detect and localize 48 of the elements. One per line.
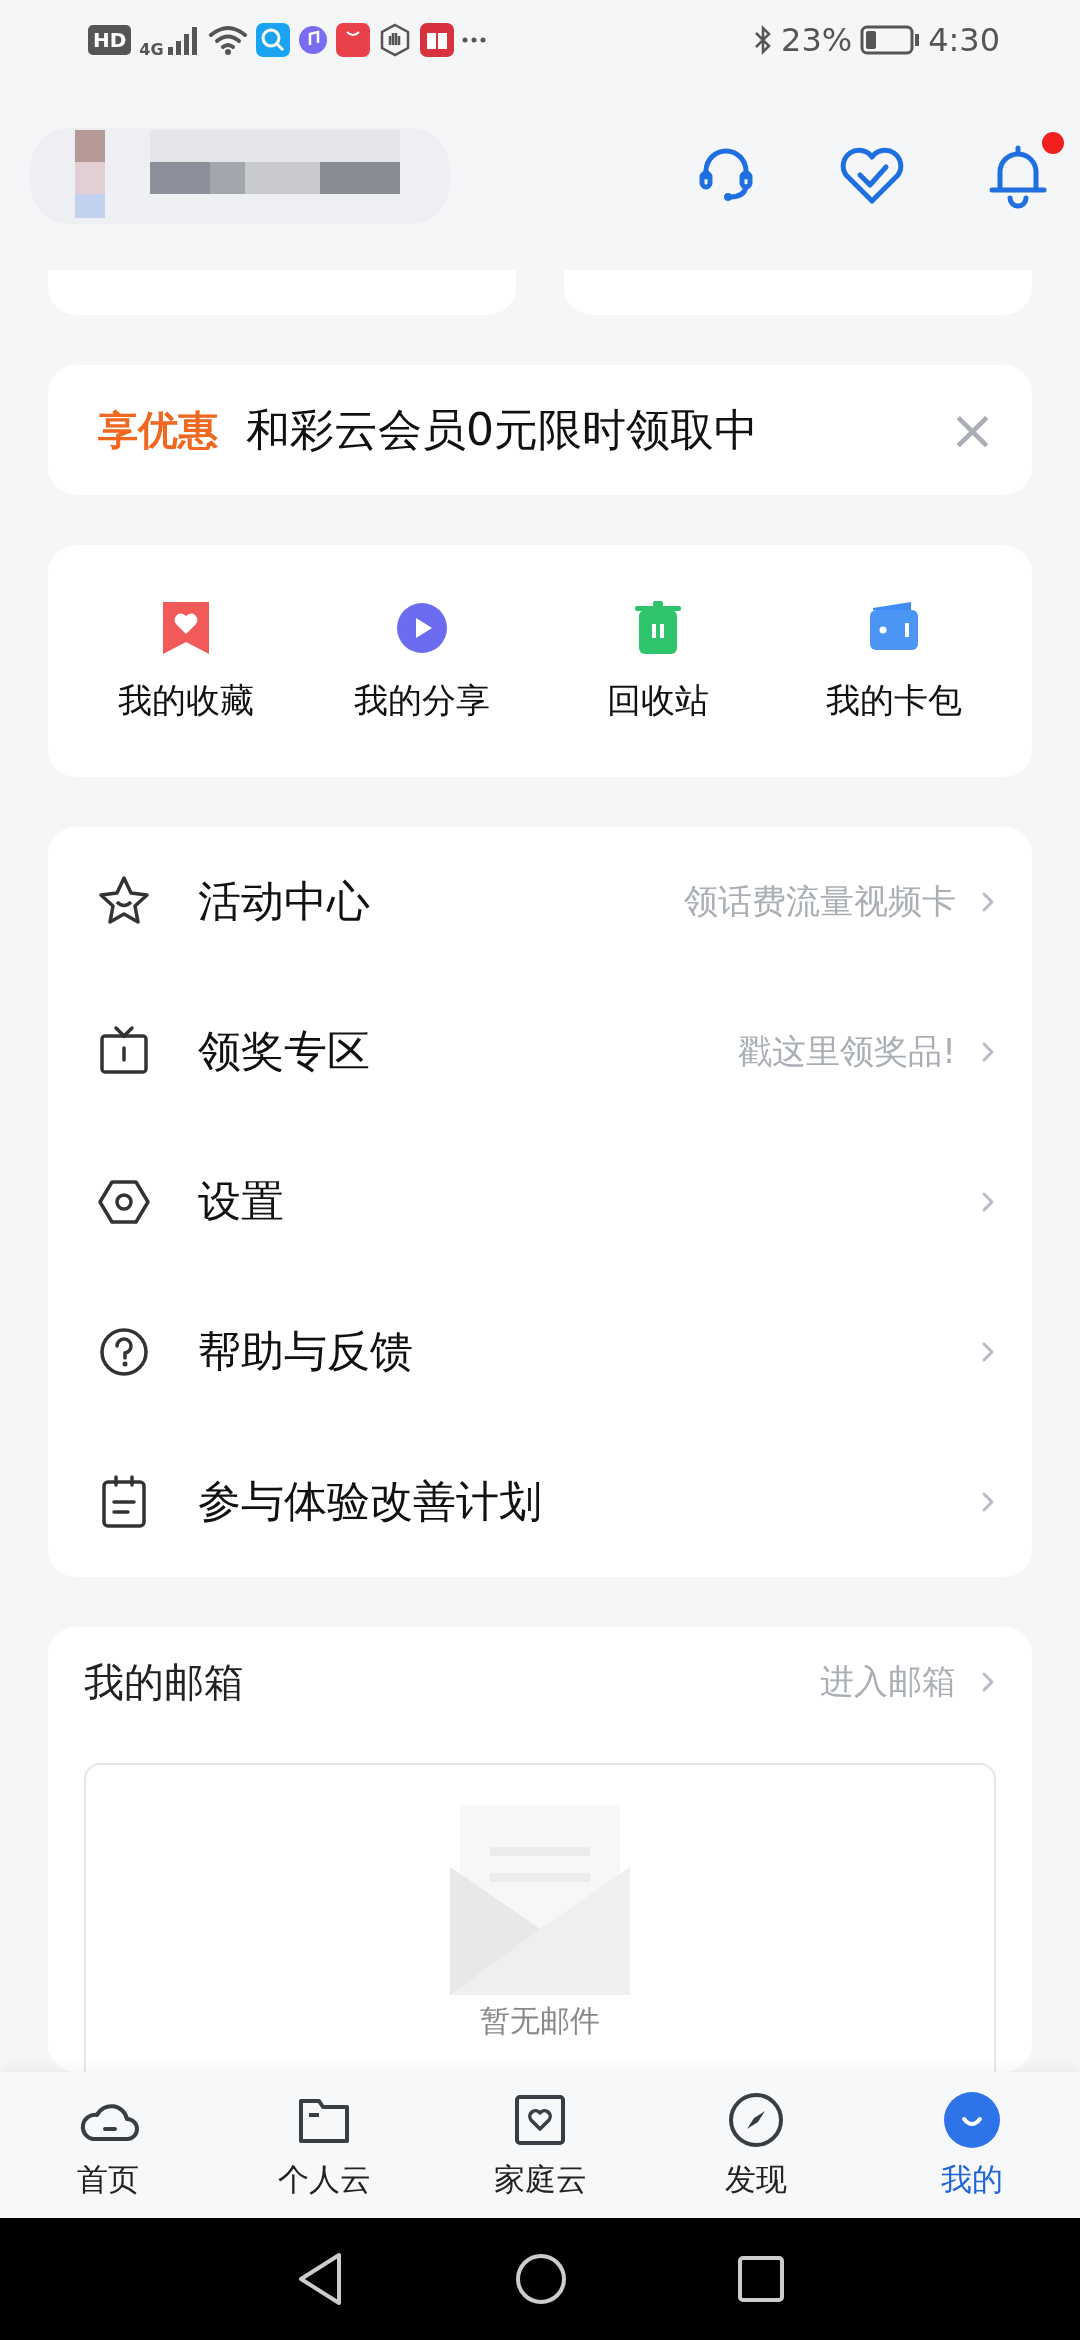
menu-item[interactable]: 活动中心 领话费流量视频卡 [48, 827, 1032, 977]
battery-percent: 23% [781, 21, 853, 59]
promo-card[interactable]: 享优惠 和彩云会员0元限时领取中 × [48, 365, 1032, 495]
network-badge: HD [88, 25, 132, 55]
tab[interactable]: 个人云 [249, 2089, 399, 2201]
bluetooth-icon [753, 24, 773, 56]
quick-action[interactable]: 我的卡包 [794, 598, 994, 724]
promo-text: 和彩云会员0元限时领取中 [246, 402, 759, 457]
tab[interactable]: 发现 [681, 2089, 831, 2201]
chevron-right-icon [980, 891, 996, 913]
quick-action[interactable]: 我的分享 [322, 598, 522, 724]
empty-message: 暂无邮件 [480, 2002, 600, 2040]
search-app-icon [255, 23, 290, 57]
chevron-right-icon [980, 1671, 996, 1693]
quick-action[interactable]: 我的收藏 [86, 598, 286, 724]
menu-label: 活动中心 [198, 875, 371, 928]
menu-label: 帮助与反馈 [198, 1325, 414, 1378]
menu-item[interactable]: 设置 [48, 1127, 1032, 1277]
menu-label: 领奖专区 [198, 1025, 371, 1078]
promo-tag: 享优惠 [98, 402, 218, 458]
book-app-icon [419, 23, 454, 57]
menu-item[interactable]: 帮助与反馈 [48, 1277, 1032, 1427]
menu-item[interactable]: 参与体验改善计划 [48, 1427, 1032, 1577]
chevron-right-icon [980, 1491, 996, 1513]
menu-hint: 戳这里领奖品! [738, 1030, 956, 1073]
menu-label: 设置 [198, 1175, 285, 1228]
menu-item[interactable]: 领奖专区 戳这里领奖品! [48, 977, 1032, 1127]
store-app-icon [335, 23, 370, 57]
chevron-right-icon [980, 1041, 996, 1063]
network-label: 4G [139, 39, 164, 59]
music-app-icon [297, 25, 328, 55]
wifi-icon [207, 25, 248, 55]
menu-hint: 领话费流量视频卡 [684, 880, 956, 923]
tab[interactable]: 首页 [33, 2089, 183, 2201]
chevron-right-icon [980, 1191, 996, 1213]
section-title: 我的邮箱 [84, 1657, 245, 1707]
more-icon [461, 36, 486, 44]
recents-icon[interactable] [737, 2255, 785, 2303]
tab[interactable]: 我的 [897, 2089, 1047, 2201]
chevron-right-icon [980, 1341, 996, 1363]
signal-icon [165, 25, 200, 55]
battery-icon [860, 25, 921, 55]
quick-action[interactable]: 回收站 [558, 598, 758, 724]
clock: 4:30 [928, 21, 1000, 59]
home-icon[interactable] [515, 2253, 567, 2305]
smile-circle-icon [941, 2089, 1003, 2151]
tab[interactable]: 家庭云 [465, 2089, 615, 2201]
menu-label: 参与体验改善计划 [198, 1475, 543, 1528]
